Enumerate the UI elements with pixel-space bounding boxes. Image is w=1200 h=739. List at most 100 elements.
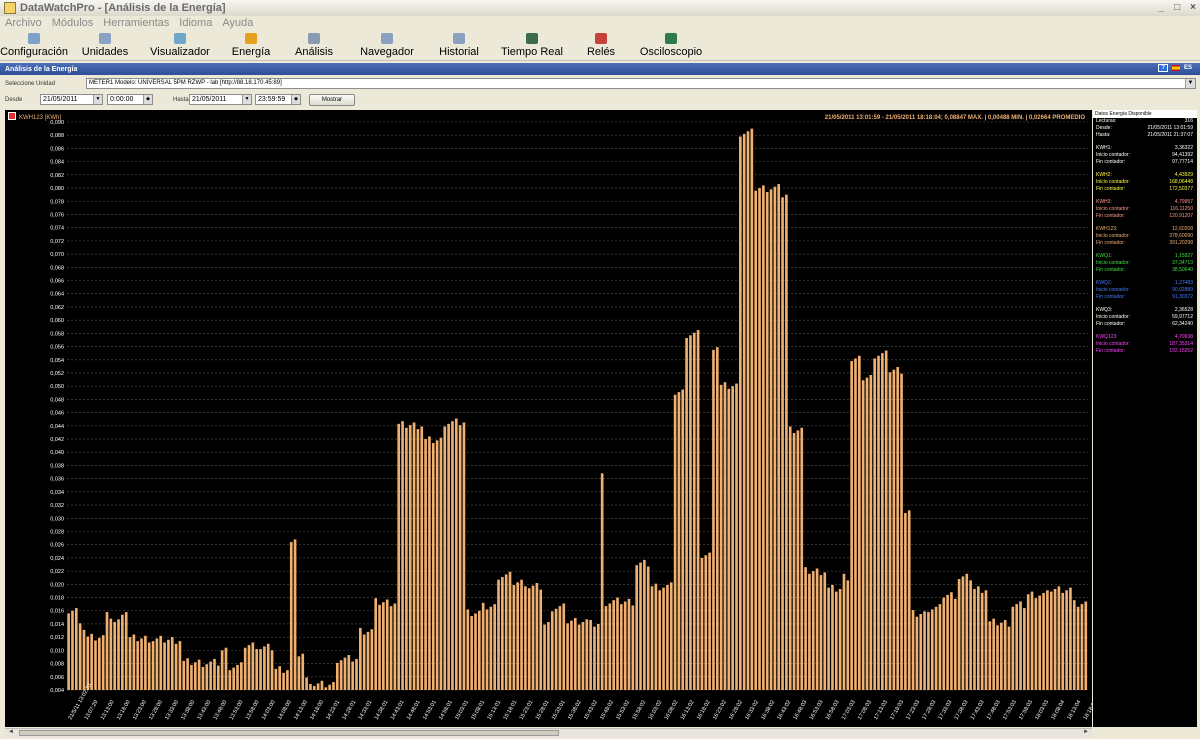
y-tick-label: 0,022 bbox=[50, 569, 64, 575]
chart-bar bbox=[785, 194, 788, 690]
panel-row-key: KWQ1: bbox=[1096, 253, 1113, 259]
panel-row: Fin contador: 391,20298 bbox=[1093, 240, 1197, 247]
from-time-field[interactable]: 0:00:00 ◆ bbox=[107, 94, 153, 105]
x-tick-label: 17:58:03 bbox=[1018, 699, 1034, 721]
to-time-field[interactable]: 23:59:59 ◆ bbox=[255, 94, 301, 105]
menu-modulos[interactable]: Módulos bbox=[52, 17, 94, 29]
y-axis-ticks: 0,004 0,006 0,008 0,010 0,012 0,014 0,016 0,018… bbox=[50, 120, 64, 694]
panel-row: KWQ3: 2,36528 bbox=[1093, 307, 1197, 314]
chart-bar bbox=[692, 332, 696, 690]
panel-row: Fin contador: 192,15252 bbox=[1093, 348, 1197, 355]
horizontal-scrollbar[interactable]: ◄ ► bbox=[5, 728, 1092, 737]
x-tick-label: 16:58:03 bbox=[825, 699, 841, 721]
toolbar-button-9[interactable]: Osciloscopio bbox=[636, 31, 706, 60]
chart-bar bbox=[416, 429, 420, 690]
window-title: DataWatchPro - [Análisis de la Energía] bbox=[20, 2, 226, 14]
y-tick-label: 0,054 bbox=[50, 358, 64, 364]
chevron-down-icon[interactable]: ▼ bbox=[1185, 79, 1195, 88]
title-bar: DataWatchPro - [Análisis de la Energía] … bbox=[0, 0, 1200, 16]
panel-row: Inicio contador: 187,35314 bbox=[1093, 341, 1197, 348]
chart-bar bbox=[888, 372, 892, 690]
toolbar-button-0[interactable]: Configuración bbox=[0, 31, 68, 60]
scroll-thumb[interactable] bbox=[19, 730, 559, 736]
chart-bar bbox=[190, 664, 193, 690]
chart-bar bbox=[431, 442, 435, 690]
chart-bar bbox=[178, 641, 182, 690]
y-tick-label: 0,034 bbox=[50, 490, 64, 496]
spinner-icon[interactable]: ◆ bbox=[291, 95, 300, 104]
menu-herramientas[interactable]: Herramientas bbox=[103, 17, 169, 29]
chevron-down-icon[interactable]: ▼ bbox=[93, 95, 102, 104]
flag-es-icon[interactable] bbox=[1171, 65, 1180, 71]
chart-bar bbox=[984, 590, 988, 690]
chart-bar bbox=[792, 433, 796, 690]
language-label[interactable]: ES bbox=[1184, 65, 1192, 71]
chart-bar bbox=[635, 565, 639, 690]
from-date-field[interactable]: 21/05/2011 ▼ bbox=[40, 94, 103, 105]
y-tick-label: 0,062 bbox=[50, 305, 64, 311]
help-icon[interactable]: ? bbox=[1158, 64, 1168, 72]
toolbar-button-4[interactable]: Análisis bbox=[288, 31, 340, 60]
toolbar-button-7[interactable]: Tiempo Real bbox=[496, 31, 568, 60]
chart-grid bbox=[67, 121, 1088, 691]
to-date-field[interactable]: 21/05/2011 ▼ bbox=[189, 94, 252, 105]
chart-bar bbox=[458, 425, 462, 690]
menu-idioma[interactable]: Idioma bbox=[179, 17, 212, 29]
chart-bar bbox=[873, 358, 876, 690]
spinner-icon[interactable]: ◆ bbox=[143, 95, 152, 104]
chart-bar bbox=[938, 604, 942, 690]
panel-row: Fin contador: 62,34240 bbox=[1093, 321, 1197, 328]
toolbar-button-6[interactable]: Historial bbox=[434, 31, 484, 60]
chart-bar bbox=[289, 542, 293, 690]
toolbar-button-1[interactable]: Unidades bbox=[78, 31, 132, 60]
chart-bar bbox=[466, 609, 470, 690]
collapse-chart-button[interactable] bbox=[8, 112, 16, 120]
toolbar-label: Configuración bbox=[0, 46, 68, 58]
maximize-button[interactable]: □ bbox=[1174, 2, 1180, 13]
chart-bar bbox=[224, 647, 228, 690]
chart-bar bbox=[385, 599, 389, 690]
x-tick-label: 14:28:01 bbox=[341, 699, 357, 721]
panel-row: KWQ1: 1,15927 bbox=[1093, 253, 1197, 260]
chart-bar bbox=[942, 597, 946, 690]
chart-bar bbox=[735, 383, 738, 690]
chart-bar bbox=[712, 349, 715, 690]
show-button[interactable]: Mostrar bbox=[309, 94, 355, 106]
panel-row-value: 91,30372 bbox=[1172, 294, 1193, 300]
scroll-right-icon[interactable]: ► bbox=[1083, 729, 1089, 735]
panel-row-value: 391,20298 bbox=[1169, 240, 1193, 246]
chart-bar bbox=[478, 610, 481, 690]
chart-bar bbox=[1072, 600, 1076, 690]
close-button[interactable]: × bbox=[1190, 2, 1196, 13]
from-date-value: 21/05/2011 bbox=[43, 96, 78, 103]
chart-bar bbox=[573, 618, 577, 690]
toolbar-button-3[interactable]: Energía bbox=[226, 31, 276, 60]
chart-bar bbox=[570, 620, 573, 690]
scroll-left-icon[interactable]: ◄ bbox=[8, 729, 14, 735]
chart-bar bbox=[98, 637, 101, 690]
unit-select[interactable]: METER1 Modelo: UNIVERSAL 5PM RZWP - lab … bbox=[86, 78, 1196, 89]
toolbar-button-5[interactable]: Navegador bbox=[354, 31, 420, 60]
chart-bar bbox=[393, 603, 397, 690]
chart-bar bbox=[1007, 626, 1011, 690]
toolbar-button-2[interactable]: Visualizador bbox=[144, 31, 216, 60]
chart-bar bbox=[1069, 587, 1072, 690]
x-tick-label: 14:33:01 bbox=[358, 699, 374, 721]
chart-bar bbox=[834, 591, 838, 690]
panel-row-value: 316 bbox=[1184, 118, 1193, 124]
menu-archivo[interactable]: Archivo bbox=[5, 17, 42, 29]
chart-bar bbox=[815, 568, 819, 690]
panel-row: Fin contador: 120,91207 bbox=[1093, 213, 1197, 220]
toolbar-button-8[interactable]: Relés bbox=[580, 31, 622, 60]
chart-bar bbox=[708, 552, 711, 690]
y-tick-label: 0,018 bbox=[50, 596, 64, 602]
menu-ayuda[interactable]: Ayuda bbox=[222, 17, 253, 29]
x-tick-label: 15:48:02 bbox=[599, 699, 615, 721]
minimize-button[interactable]: _ bbox=[1159, 2, 1165, 13]
x-tick-label: 17:13:03 bbox=[873, 699, 889, 721]
chart-bar bbox=[550, 611, 554, 690]
chart-bar bbox=[447, 423, 450, 690]
chart-bar bbox=[343, 657, 347, 690]
chevron-down-icon[interactable]: ▼ bbox=[242, 95, 251, 104]
from-time-value: 0:00:00 bbox=[110, 96, 134, 103]
